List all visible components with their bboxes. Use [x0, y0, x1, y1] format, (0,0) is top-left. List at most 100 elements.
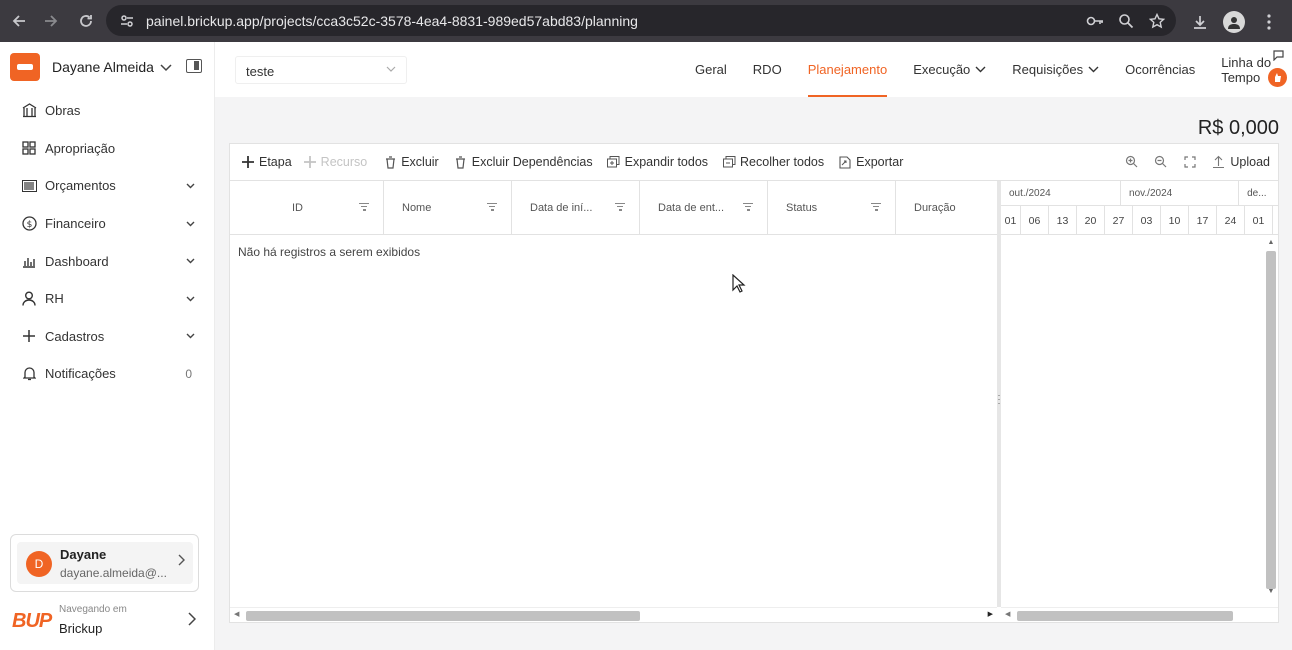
filter-icon[interactable] [871, 203, 881, 211]
column-data-inicio[interactable]: Data de iní... [512, 181, 640, 235]
grid-horizontal-scrollbar[interactable]: ◀ ▶ [230, 607, 997, 622]
project-select-value: teste [246, 64, 275, 79]
total-value: R$ 0,000 [1197, 117, 1279, 139]
gantt-toolbar: Etapa Recurso Excluir Excluir Dependênci… [230, 144, 1278, 181]
tab-execucao[interactable]: Execução [900, 42, 999, 97]
scroll-left-icon[interactable]: ◀ [1005, 610, 1010, 618]
excluir-button[interactable]: Excluir [383, 155, 439, 169]
download-icon[interactable] [1190, 13, 1209, 32]
trash-icon [454, 155, 468, 169]
menu-kebab-icon[interactable] [1259, 13, 1278, 32]
chevron-down-icon [186, 255, 195, 267]
recolher-todos-button[interactable]: Recolher todos [722, 155, 824, 169]
column-data-entrega[interactable]: Data de ent... [640, 181, 768, 235]
grid-icon [20, 139, 38, 157]
sidebar-item-dashboard[interactable]: Dashboard [0, 242, 215, 280]
address-bar[interactable]: painel.brickup.app/projects/cca3c52c-357… [106, 5, 1176, 36]
vertical-scrollbar[interactable]: ▲ ▼ [1264, 237, 1276, 597]
chevron-down-icon [975, 64, 986, 76]
sidebar-item-apropriacao[interactable]: Apropriação [0, 130, 215, 168]
timeline-days: 01 06 13 20 27 03 10 17 24 01 [1001, 206, 1278, 235]
tab-label: Ocorrências [1125, 62, 1196, 77]
tab-label: Geral [695, 62, 727, 77]
scroll-left-icon[interactable]: ◀ [234, 610, 239, 618]
collapse-icon [722, 155, 736, 169]
filter-icon[interactable] [615, 203, 625, 211]
timeline-horizontal-scrollbar[interactable]: ◀ [1001, 607, 1278, 622]
user-card[interactable]: D Dayane dayane.almeida@... [10, 534, 199, 592]
tab-planejamento[interactable]: Planejamento [795, 42, 901, 97]
scrollbar-thumb[interactable] [1017, 611, 1233, 621]
scrollbar-thumb[interactable] [246, 611, 640, 621]
sidebar-item-rh[interactable]: RH [0, 280, 215, 318]
gantt-timeline: out./2024 nov./2024 de... 01 06 13 20 27… [1001, 181, 1278, 607]
column-header: Status [786, 202, 818, 214]
feedback-icon[interactable] [1268, 50, 1288, 64]
zoom-in-icon[interactable] [1124, 154, 1139, 169]
scroll-right-icon[interactable]: ▶ [988, 610, 993, 618]
filter-icon[interactable] [359, 203, 369, 211]
filter-icon[interactable] [487, 203, 497, 211]
tab-geral[interactable]: Geral [682, 42, 740, 97]
exportar-button[interactable]: Exportar [838, 155, 903, 169]
upload-icon [1211, 154, 1226, 169]
plus-icon [20, 327, 38, 345]
chevron-down-icon [186, 330, 195, 342]
add-recurso-button[interactable]: Recurso [303, 155, 367, 169]
user-card-name: Dayane [60, 547, 107, 562]
task-grid: ID Nome Data de iní... Data de ent... St… [230, 181, 997, 607]
reload-icon[interactable] [75, 10, 97, 32]
chevron-down-icon [160, 60, 172, 75]
site-settings-icon[interactable] [118, 12, 136, 30]
button-label: Upload [1230, 154, 1270, 169]
timeline-months: out./2024 nov./2024 de... [1001, 181, 1278, 206]
workspace-switcher[interactable]: Dayane Almeida [10, 52, 210, 82]
person-icon [20, 290, 38, 308]
sidebar-item-orcamentos[interactable]: Orçamentos [0, 167, 215, 205]
star-icon[interactable] [1147, 11, 1166, 30]
project-select[interactable]: teste [235, 56, 407, 84]
key-icon[interactable] [1085, 11, 1104, 30]
scroll-up-icon[interactable]: ▲ [1266, 239, 1276, 246]
filter-icon[interactable] [743, 203, 753, 211]
sidebar-item-cadastros[interactable]: Cadastros [0, 318, 215, 356]
zoom-icon[interactable] [1116, 11, 1135, 30]
column-nome[interactable]: Nome [384, 181, 512, 235]
fit-screen-icon[interactable] [1182, 154, 1197, 169]
excluir-dependencias-button[interactable]: Excluir Dependências [454, 155, 593, 169]
profile-avatar-icon[interactable] [1223, 11, 1245, 33]
sidebar-item-label: Cadastros [45, 328, 105, 344]
tab-ocorrencias[interactable]: Ocorrências [1112, 42, 1208, 97]
button-label: Etapa [259, 155, 292, 169]
svg-text:$: $ [26, 220, 32, 230]
sidebar-menu: Obras Apropriação Orçamentos $ Financeir… [0, 92, 215, 393]
url-text[interactable]: painel.brickup.app/projects/cca3c52c-357… [146, 13, 638, 29]
tab-rdo[interactable]: RDO [740, 42, 795, 97]
chevron-down-icon [186, 218, 195, 230]
column-id[interactable]: ID [230, 181, 384, 235]
sidebar-item-financeiro[interactable]: $ Financeiro [0, 205, 215, 243]
add-etapa-button[interactable]: Etapa [241, 155, 292, 169]
company-switcher[interactable]: BUP Navegando em Brickup [12, 604, 202, 640]
button-label: Recolher todos [740, 155, 825, 169]
scrollbar-thumb[interactable] [1266, 251, 1276, 589]
month-label: nov./2024 [1121, 181, 1240, 206]
zoom-out-icon[interactable] [1153, 154, 1168, 169]
forward-icon[interactable] [40, 10, 62, 32]
profile-name: Dayane Almeida [52, 59, 154, 75]
barcode-icon [20, 177, 38, 195]
expandir-todos-button[interactable]: Expandir todos [607, 155, 708, 169]
scroll-down-icon[interactable]: ▼ [1266, 588, 1276, 595]
sidebar-item-notificacoes[interactable]: Notificações 0 [0, 355, 215, 393]
upload-button[interactable]: Upload [1211, 154, 1270, 169]
column-status[interactable]: Status [768, 181, 896, 235]
column-duracao[interactable]: Duração [896, 181, 997, 235]
month-label: out./2024 [1001, 181, 1122, 206]
tab-label: RDO [752, 62, 782, 77]
hand-icon[interactable] [1268, 68, 1287, 87]
sidebar-item-obras[interactable]: Obras [0, 92, 215, 130]
button-label: Exportar [856, 155, 904, 169]
back-icon[interactable] [8, 10, 30, 32]
sidebar-toggle-icon[interactable] [186, 59, 202, 73]
tab-requisicoes[interactable]: Requisições [999, 42, 1112, 97]
